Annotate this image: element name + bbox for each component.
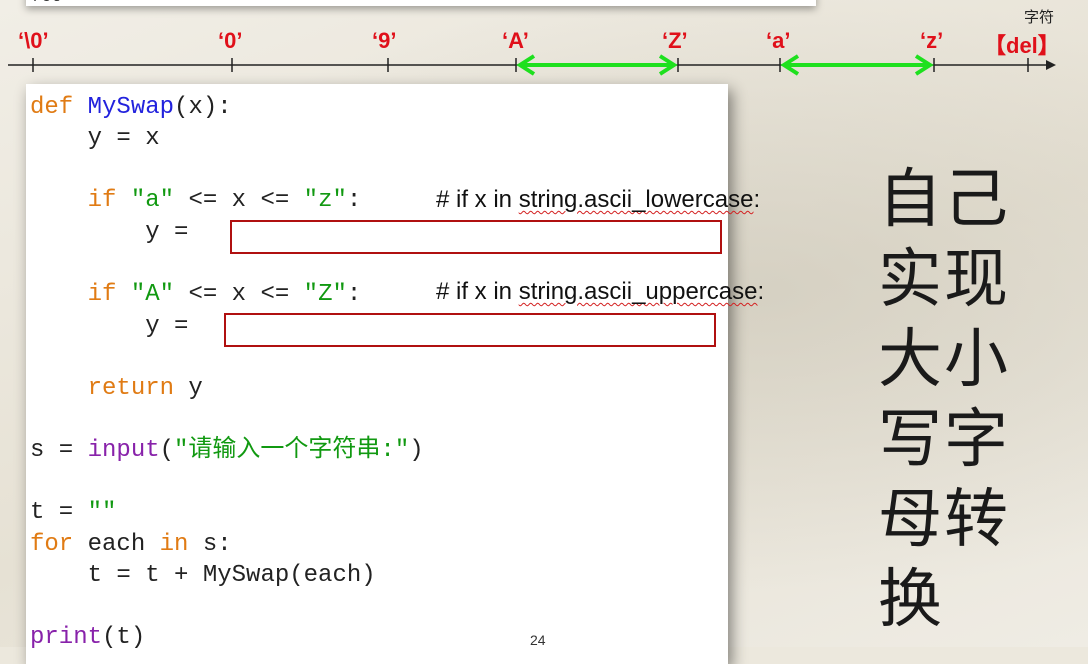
side-title-line: 实现 [878,243,1010,317]
comment-module-ref: string.ascii_lowercase [518,186,754,213]
s-assign: s = [30,437,88,464]
side-title-line: 写字 [878,403,1010,477]
label-upper-a: ‘A’ [502,28,529,53]
comment-module-ref: string.ascii_uppercase [518,278,758,305]
return-var: y [174,375,203,402]
code-line-if-upper: if "A" <= x <= "Z": [30,281,362,309]
side-title-line: 大小 [878,323,1010,397]
ascii-ruler: 字符 ‘\0’ ‘0’ ‘9’ ‘A’ ‘Z’ ‘a’ ‘z’ 【del】 [0,0,1088,80]
t-assign: t = [30,499,88,526]
fill-in-blank-lowercase[interactable] [230,220,722,254]
str-upper-z: "Z" [303,281,347,308]
code-line-def: def MySwap(x): [30,94,232,122]
for-var: each [73,531,160,558]
paren-open: ( [159,437,175,464]
comment-lowercase: # if x in string.ascii_lowercase: [436,186,760,214]
comment-uppercase: # if x in string.ascii_uppercase: [436,278,764,306]
comment-colon: : [757,278,765,305]
code-line-t-init: t = "" [30,499,116,527]
comment-colon: : [753,186,761,213]
code-line-y-blank-1: y = [30,219,188,247]
input-prompt-string: "请输入一个字符串:" [174,437,410,464]
def-params: (x): [174,94,232,121]
for-iter: s: [188,531,232,558]
colon: : [346,187,362,214]
label-lower-z: ‘z’ [920,28,944,53]
slide-side-title: 自己 实现 大小 写字 母转 换 [878,160,1028,640]
uppercase-range-arrow [516,54,678,76]
kw-if: if [87,281,117,308]
side-title-line: 母转 [878,483,1010,557]
kw-def: def [30,94,74,121]
y-assign-label: y = [145,219,189,246]
axis-arrowhead [1046,60,1056,70]
comment-prefix: # if x in [436,278,519,305]
code-line-if-lower: if "a" <= x <= "z": [30,187,362,215]
code-line-assign-y: y = x [30,125,160,152]
str-upper-a: "A" [130,281,175,308]
builtin-input: input [87,437,160,464]
label-upper-z: ‘Z’ [662,28,688,53]
comment-prefix: # if x in [436,186,519,213]
code-line-return: return y [30,375,203,403]
y-assign-label: y = [145,313,189,340]
lowercase-range-arrow [780,54,934,76]
function-name: MySwap [87,94,175,121]
empty-string: "" [87,499,117,526]
code-line-print: print(t) [30,624,145,652]
str-lower-z: "z" [303,187,347,214]
code-line-input: s = input("请输入一个字符串:") [30,437,424,465]
kw-if: if [87,187,117,214]
side-title-line: 换 [878,563,944,637]
kw-in: in [159,531,189,558]
label-zero-char: ‘0’ [218,28,243,53]
code-card: def MySwap(x): y = x if "a" <= x <= "z":… [26,84,728,664]
kw-return: return [87,375,175,402]
compare-ops: <= x <= [174,281,304,308]
code-line-for: for each in s: [30,531,232,559]
code-line-concat: t = t + MySwap(each) [30,562,376,589]
paren-close: ) [409,437,424,464]
str-lower-a: "a" [130,187,175,214]
label-del: 【del】 [984,33,1060,58]
label-nine-char: ‘9’ [372,28,397,53]
fill-in-blank-uppercase[interactable] [224,313,716,347]
compare-ops: <= x <= [174,187,304,214]
kw-for: for [30,531,74,558]
label-null-char: ‘\0’ [18,28,49,53]
label-lower-a: ‘a’ [766,28,791,53]
side-title-line: 自己 [878,163,1010,237]
page-number: 24 [530,632,546,648]
code-line-y-blank-2: y = [30,313,188,341]
colon: : [346,281,362,308]
